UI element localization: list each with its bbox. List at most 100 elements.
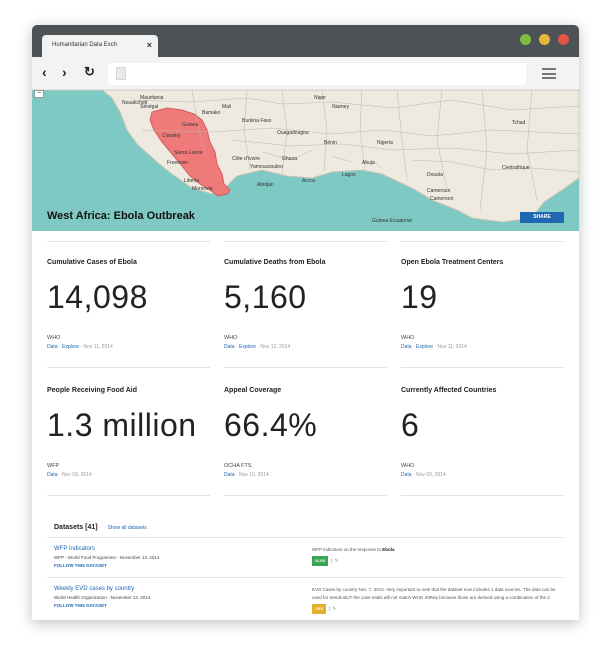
data-link[interactable]: Data — [401, 472, 412, 478]
divider — [47, 537, 564, 538]
format-badge[interactable]: XLSX — [312, 556, 329, 566]
map-place-label: Niamey — [332, 104, 349, 110]
data-link[interactable]: Data — [401, 344, 412, 350]
divider — [401, 367, 564, 368]
page-title: West Africa: Ebola Outbreak — [47, 210, 195, 222]
stat-value: 5,160 — [224, 279, 307, 315]
dataset-description: WFP indicators on the response to Ebola … — [312, 546, 558, 566]
browser-tab[interactable]: Humanitarian Data Exch × — [42, 35, 158, 57]
address-bar[interactable] — [108, 63, 526, 85]
map-place-label: Cameroun — [427, 188, 451, 194]
dataset-formats: XLSX | ✎ — [312, 556, 558, 566]
stat-date: Nov 09, 2014 — [416, 472, 446, 478]
stat-date: Nov 11, 2014 — [437, 344, 467, 350]
explore-link[interactable]: Explore — [416, 344, 433, 350]
window-minimize-button[interactable] — [539, 34, 550, 45]
map-place-label: Tchad — [512, 120, 526, 126]
divider — [47, 577, 564, 578]
data-link[interactable]: Data — [224, 472, 235, 478]
map-place-label: Nigeria — [377, 140, 393, 146]
stat-links: Data · Nov 10, 2014 — [224, 472, 269, 478]
format-badge[interactable]: CSV — [312, 604, 327, 614]
reload-icon[interactable]: ↻ — [84, 65, 95, 79]
map-place-label: Mali — [222, 104, 232, 110]
map-place-label: Monrovia — [192, 186, 213, 192]
divider — [401, 241, 564, 242]
link-icon[interactable]: ✎ — [335, 558, 339, 563]
stat-date: Nov 10, 2014 — [239, 472, 269, 478]
stat-source: WHO — [401, 463, 415, 469]
map-place-label: Douala — [427, 172, 443, 178]
tab-title: Humanitarian Data Exch — [52, 42, 118, 48]
data-link[interactable]: Data — [224, 344, 235, 350]
map-place-label: Abidjan — [257, 182, 274, 188]
divider — [47, 241, 210, 242]
explore-link[interactable]: Explore — [62, 344, 79, 350]
window-close-button[interactable] — [558, 34, 569, 45]
stat-value: 14,098 — [47, 279, 148, 315]
explore-link[interactable]: Explore — [239, 344, 256, 350]
data-link[interactable]: Data — [47, 472, 58, 478]
stat-card: Appeal Coverage 66.4% OCHA FTS Data · No… — [224, 387, 388, 478]
stat-title: People Receiving Food Aid — [47, 387, 137, 394]
map-place-label: Guinea — [182, 122, 199, 128]
dataset-item: WFP Indicators WFP - World Food Programm… — [54, 546, 557, 568]
window-maximize-button[interactable] — [520, 34, 531, 45]
dataset-formats: CSV | ✎ — [312, 604, 558, 614]
divider — [47, 367, 210, 368]
dataset-description: EVD Cases by country Nov. 7, 2014. Very … — [312, 586, 558, 614]
outbreak-map[interactable]: − Mauritania Sénégal Mali Niger Guinea Burkin… — [32, 90, 579, 231]
stat-links: Data · Nov 09, 2014 — [401, 472, 446, 478]
map-place-label: Bénin — [324, 140, 337, 146]
map-place-label: Accra — [302, 178, 315, 184]
map-place-label: Lagos — [342, 172, 356, 178]
stat-source: OCHA FTS — [224, 463, 252, 469]
stat-date: Nov 11, 2014 — [83, 344, 113, 350]
stat-card: People Receiving Food Aid 1.3 million WF… — [47, 387, 211, 478]
share-button[interactable]: SHARE — [520, 212, 564, 223]
stat-value: 19 — [401, 279, 438, 315]
stat-title: Cumulative Deaths from Ebola — [224, 259, 326, 266]
hamburger-menu-icon[interactable] — [542, 68, 556, 79]
divider — [224, 495, 387, 496]
stat-links: Data · Explore · Nov 12, 2014 — [224, 344, 291, 350]
stat-date: Nov 08, 2014 — [62, 472, 92, 478]
stat-links: Data · Nov 08, 2014 — [47, 472, 92, 478]
stat-source: WHO — [47, 335, 61, 341]
page-icon — [116, 67, 126, 80]
divider — [224, 241, 387, 242]
data-link[interactable]: Data — [47, 344, 58, 350]
stat-card: Currently Affected Countries 6 WHO Data … — [401, 387, 565, 478]
map-place-label: Abuja — [362, 160, 375, 166]
map-place-label: Ghana — [282, 156, 298, 162]
map-place-label: Freetown — [167, 160, 188, 166]
back-icon[interactable]: ‹ — [42, 65, 47, 79]
stat-title: Appeal Coverage — [224, 387, 282, 394]
link-icon[interactable]: ✎ — [332, 606, 336, 611]
divider — [401, 495, 564, 496]
map-place-label: Ouagadougou — [277, 130, 309, 136]
map-place-label: Nouakchott — [122, 100, 148, 106]
map-place-label: Liberia — [184, 178, 200, 184]
stat-date: Nov 12, 2014 — [260, 344, 291, 350]
browser-toolbar: ‹ › ↻ — [32, 57, 579, 90]
dataset-desc-text: EVD Cases by country Nov. 7, 2014. Very … — [312, 587, 556, 600]
map-place-label: Sierra Leone — [174, 150, 203, 156]
tab-close-icon[interactable]: × — [147, 40, 152, 50]
divider — [224, 367, 387, 368]
map-place-label: Cameroon — [430, 196, 454, 202]
browser-window: Humanitarian Data Exch × ‹ › ↻ − Maurita… — [32, 25, 579, 620]
stat-source: WHO — [401, 335, 415, 341]
show-all-datasets-link[interactable]: Show all datasets — [108, 525, 147, 531]
stat-source: WHO — [224, 335, 238, 341]
stat-card: Cumulative Deaths from Ebola 5,160 WHO D… — [224, 259, 388, 350]
map-zoom-out-button[interactable]: − — [34, 90, 44, 98]
stat-value: 1.3 million — [47, 407, 197, 443]
datasets-count: [41] — [85, 524, 98, 531]
browser-titlebar: Humanitarian Data Exch × — [32, 25, 579, 57]
dataset-desc-bold: Ebola — [382, 547, 395, 552]
forward-icon[interactable]: › — [62, 65, 67, 79]
map-place-label: Guinea Ecuatorial — [372, 218, 412, 224]
map-place-label: Côte d'Ivoire — [232, 156, 260, 162]
stat-card: Open Ebola Treatment Centers 19 WHO Data… — [401, 259, 565, 350]
